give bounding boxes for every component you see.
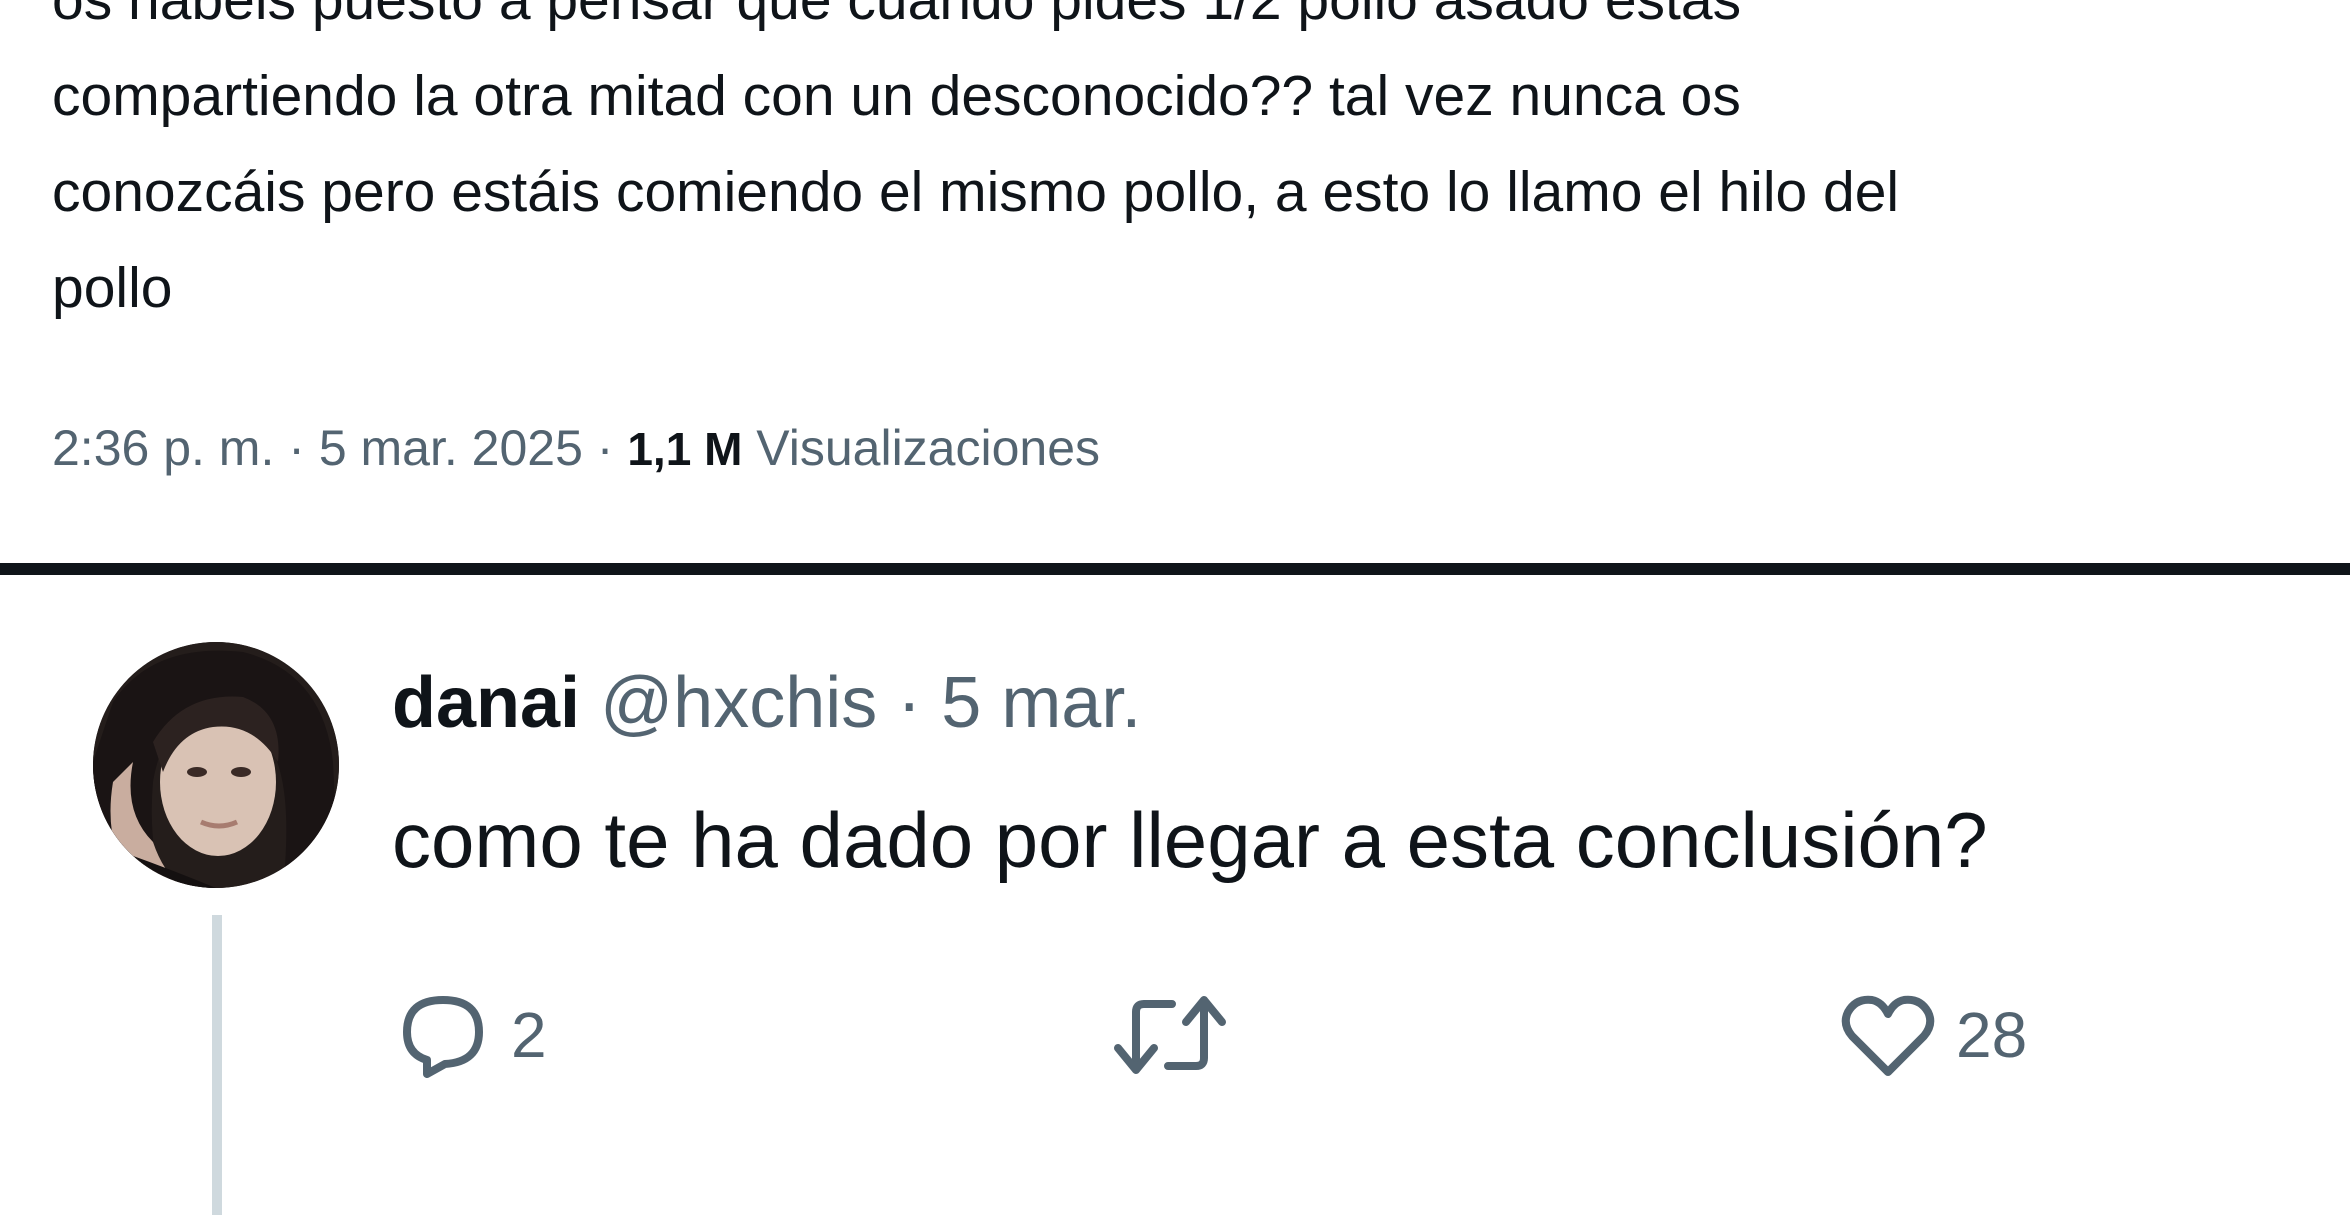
reply-text: como te ha dado por llegar a esta conclu… — [392, 796, 1988, 884]
display-name[interactable]: danai — [392, 663, 580, 743]
tweet-screenshot: os habéis puesto a pensar que cuando pid… — [0, 0, 2350, 1230]
views-count: 1,1 M — [627, 423, 743, 475]
tweet-text-line: pollo — [52, 256, 173, 320]
heart-icon — [1841, 995, 1935, 1076]
thread-line — [212, 915, 222, 1215]
tweet-text: os habéis puesto a pensar que cuando pid… — [52, 0, 2342, 336]
retweet-button[interactable] — [1110, 985, 1248, 1085]
like-button[interactable]: 28 — [1838, 985, 2027, 1085]
tweet-date[interactable]: 5 mar. 2025 — [319, 420, 583, 476]
views-label: Visualizaciones — [756, 420, 1101, 476]
reply-header: danai @hxchis · 5 mar. — [392, 660, 1141, 746]
retweet-arrows-icon — [1114, 996, 1226, 1074]
meta-separator: · — [288, 420, 305, 476]
username-handle[interactable]: @hxchis — [600, 663, 877, 743]
reply-date[interactable]: 5 mar. — [941, 663, 1141, 743]
tweet-text-line: conozcáis pero estáis comiendo el mismo … — [52, 160, 1900, 224]
like-count: 28 — [1956, 999, 2028, 1071]
reply-count: 2 — [511, 999, 547, 1071]
header-separator: · — [897, 663, 922, 743]
tweet-time[interactable]: 2:36 p. m. — [52, 420, 274, 476]
avatar-photo — [93, 642, 339, 888]
tweet-meta: 2:36 p. m. · 5 mar. 2025 · 1,1 M Visuali… — [52, 418, 1100, 479]
divider — [0, 563, 2350, 575]
avatar[interactable] — [93, 642, 339, 888]
tweet-text-line: compartiendo la otra mitad con un descon… — [52, 64, 1741, 128]
reply-button[interactable]: 2 — [393, 985, 547, 1085]
tweet-text-line: os habéis puesto a pensar que cuando pid… — [52, 0, 1742, 32]
speech-bubble-icon — [403, 996, 483, 1078]
meta-separator: · — [596, 420, 614, 476]
